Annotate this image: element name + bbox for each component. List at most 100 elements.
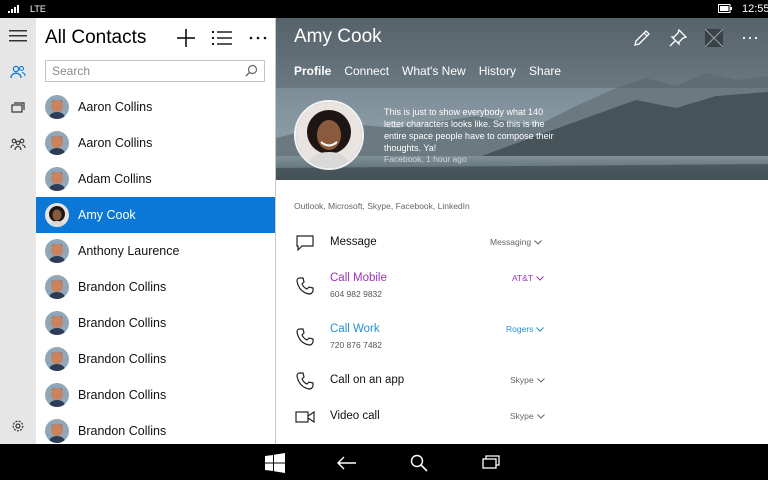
- plus-icon: [177, 29, 195, 47]
- search-icon[interactable]: [245, 64, 258, 77]
- app-rail: [0, 18, 36, 444]
- back-button[interactable]: [337, 453, 357, 473]
- avatar: [45, 311, 69, 335]
- list-icon: [212, 31, 232, 45]
- contact-name: Brandon Collins: [78, 352, 167, 366]
- add-contact-button[interactable]: [175, 27, 197, 49]
- clock: 12:55: [742, 3, 768, 15]
- action-label: Video call: [330, 410, 380, 422]
- network-type: LTE: [30, 4, 46, 14]
- contact-name: Brandon Collins: [78, 388, 167, 402]
- back-arrow-icon: [337, 456, 356, 470]
- more-options-button[interactable]: [247, 27, 269, 49]
- action-label: Call on an app: [330, 374, 405, 386]
- contact-row[interactable]: Brandon Collins: [36, 341, 275, 377]
- contact-row[interactable]: Brandon Collins: [36, 269, 275, 305]
- provider-name: Skype: [510, 375, 534, 385]
- contact-detail-pane: Amy Cook Profile Connect What's New Hist…: [276, 18, 768, 444]
- chevron-down-icon: [536, 275, 544, 281]
- contact-name: Aaron Collins: [78, 136, 153, 150]
- people-icon[interactable]: [8, 62, 28, 82]
- action-label: Call Work: [330, 323, 380, 335]
- contact-name-title: Amy Cook: [294, 26, 382, 47]
- contact-row[interactable]: Adam Collins: [36, 161, 275, 197]
- contact-name: Brandon Collins: [78, 280, 167, 294]
- action-call-work[interactable]: Call Work 720 876 7482 Rogers: [276, 320, 768, 356]
- contact-name: Aaron Collins: [78, 100, 153, 114]
- contact-row[interactable]: Aaron Collins: [36, 89, 275, 125]
- task-view-button[interactable]: [481, 453, 501, 473]
- avatar: [45, 419, 69, 443]
- windows-start-button[interactable]: [265, 453, 285, 473]
- action-call-app[interactable]: Call on an app Skype: [276, 370, 768, 400]
- hamburger-menu-icon[interactable]: [8, 26, 28, 46]
- signal-icon: [8, 5, 19, 13]
- battery-icon: [718, 4, 732, 13]
- search-button[interactable]: [409, 453, 429, 473]
- contact-card-icon: [705, 29, 723, 47]
- groups-icon[interactable]: [8, 134, 28, 154]
- avatar: [45, 239, 69, 263]
- more-options-button[interactable]: [739, 27, 761, 49]
- provider-dropdown[interactable]: AT&T: [512, 273, 544, 283]
- search-input[interactable]: [52, 63, 232, 79]
- contact-list-pane: All Contacts Aaron Collins Aaron Collins…: [36, 18, 275, 444]
- pin-button[interactable]: [667, 27, 689, 49]
- contact-name: Brandon Collins: [78, 424, 167, 438]
- status-bar: LTE 12:55: [0, 0, 768, 18]
- contact-name: Anthony Laurence: [78, 244, 180, 258]
- contact-row[interactable]: Brandon Collins: [36, 305, 275, 341]
- chat-icon[interactable]: [8, 98, 28, 118]
- chevron-down-icon: [536, 377, 545, 383]
- action-message[interactable]: Message Messaging: [276, 232, 768, 262]
- chevron-down-icon: [536, 326, 545, 332]
- profile-photo: [294, 100, 364, 170]
- action-label: Message: [330, 236, 377, 248]
- provider-dropdown[interactable]: Skype: [510, 375, 545, 385]
- avatar: [45, 347, 69, 371]
- profile-tabs: Profile Connect What's New History Share: [294, 64, 574, 78]
- windows-logo-icon: [265, 453, 285, 473]
- provider-dropdown[interactable]: Skype: [510, 411, 545, 421]
- provider-dropdown[interactable]: Rogers: [506, 324, 545, 334]
- gear-icon[interactable]: [8, 416, 28, 436]
- avatar: [45, 275, 69, 299]
- tab-profile[interactable]: Profile: [294, 64, 331, 78]
- chevron-down-icon: [534, 239, 542, 245]
- provider-dropdown[interactable]: Messaging: [490, 237, 542, 247]
- pin-icon: [669, 29, 687, 47]
- action-video-call[interactable]: Video call Skype: [276, 406, 768, 436]
- system-nav-bar: [0, 444, 768, 480]
- chevron-down-icon: [536, 413, 545, 419]
- contact-name: Adam Collins: [78, 172, 152, 186]
- contact-row[interactable]: Anthony Laurence: [36, 233, 275, 269]
- task-view-icon: [482, 455, 500, 469]
- contact-row[interactable]: Brandon Collins: [36, 377, 275, 413]
- tab-history[interactable]: History: [479, 64, 516, 78]
- provider-name: Rogers: [506, 324, 534, 334]
- action-label: Call Mobile: [330, 272, 387, 284]
- avatar: [45, 131, 69, 155]
- tab-share[interactable]: Share: [529, 64, 561, 78]
- share-tile-button[interactable]: [703, 27, 725, 49]
- contact-name: Brandon Collins: [78, 316, 167, 330]
- provider-name: AT&T: [512, 273, 534, 283]
- tab-whats-new[interactable]: What's New: [402, 64, 466, 78]
- edit-button[interactable]: [631, 27, 653, 49]
- contact-sources: Outlook, Microsoft, Skype, Facebook, Lin…: [294, 201, 470, 211]
- contact-row[interactable]: Aaron Collins: [36, 125, 275, 161]
- search-icon: [410, 454, 428, 472]
- avatar: [45, 383, 69, 407]
- select-list-button[interactable]: [211, 27, 233, 49]
- post-source-time: Facebook, 1 hour ago: [384, 154, 467, 164]
- tab-connect[interactable]: Connect: [344, 64, 389, 78]
- phone-number: 604 982 9832: [330, 289, 382, 299]
- provider-name: Skype: [510, 411, 534, 421]
- action-call-mobile[interactable]: Call Mobile 604 982 9832 AT&T: [276, 269, 768, 305]
- contact-row-selected[interactable]: Amy Cook: [36, 197, 275, 233]
- latest-post: This is just to show everybody what 140 …: [384, 107, 554, 153]
- contact-list: Aaron Collins Aaron Collins Adam Collins…: [36, 89, 275, 449]
- contact-name: Amy Cook: [78, 208, 136, 222]
- more-icon: [742, 36, 758, 40]
- phone-icon: [294, 326, 316, 348]
